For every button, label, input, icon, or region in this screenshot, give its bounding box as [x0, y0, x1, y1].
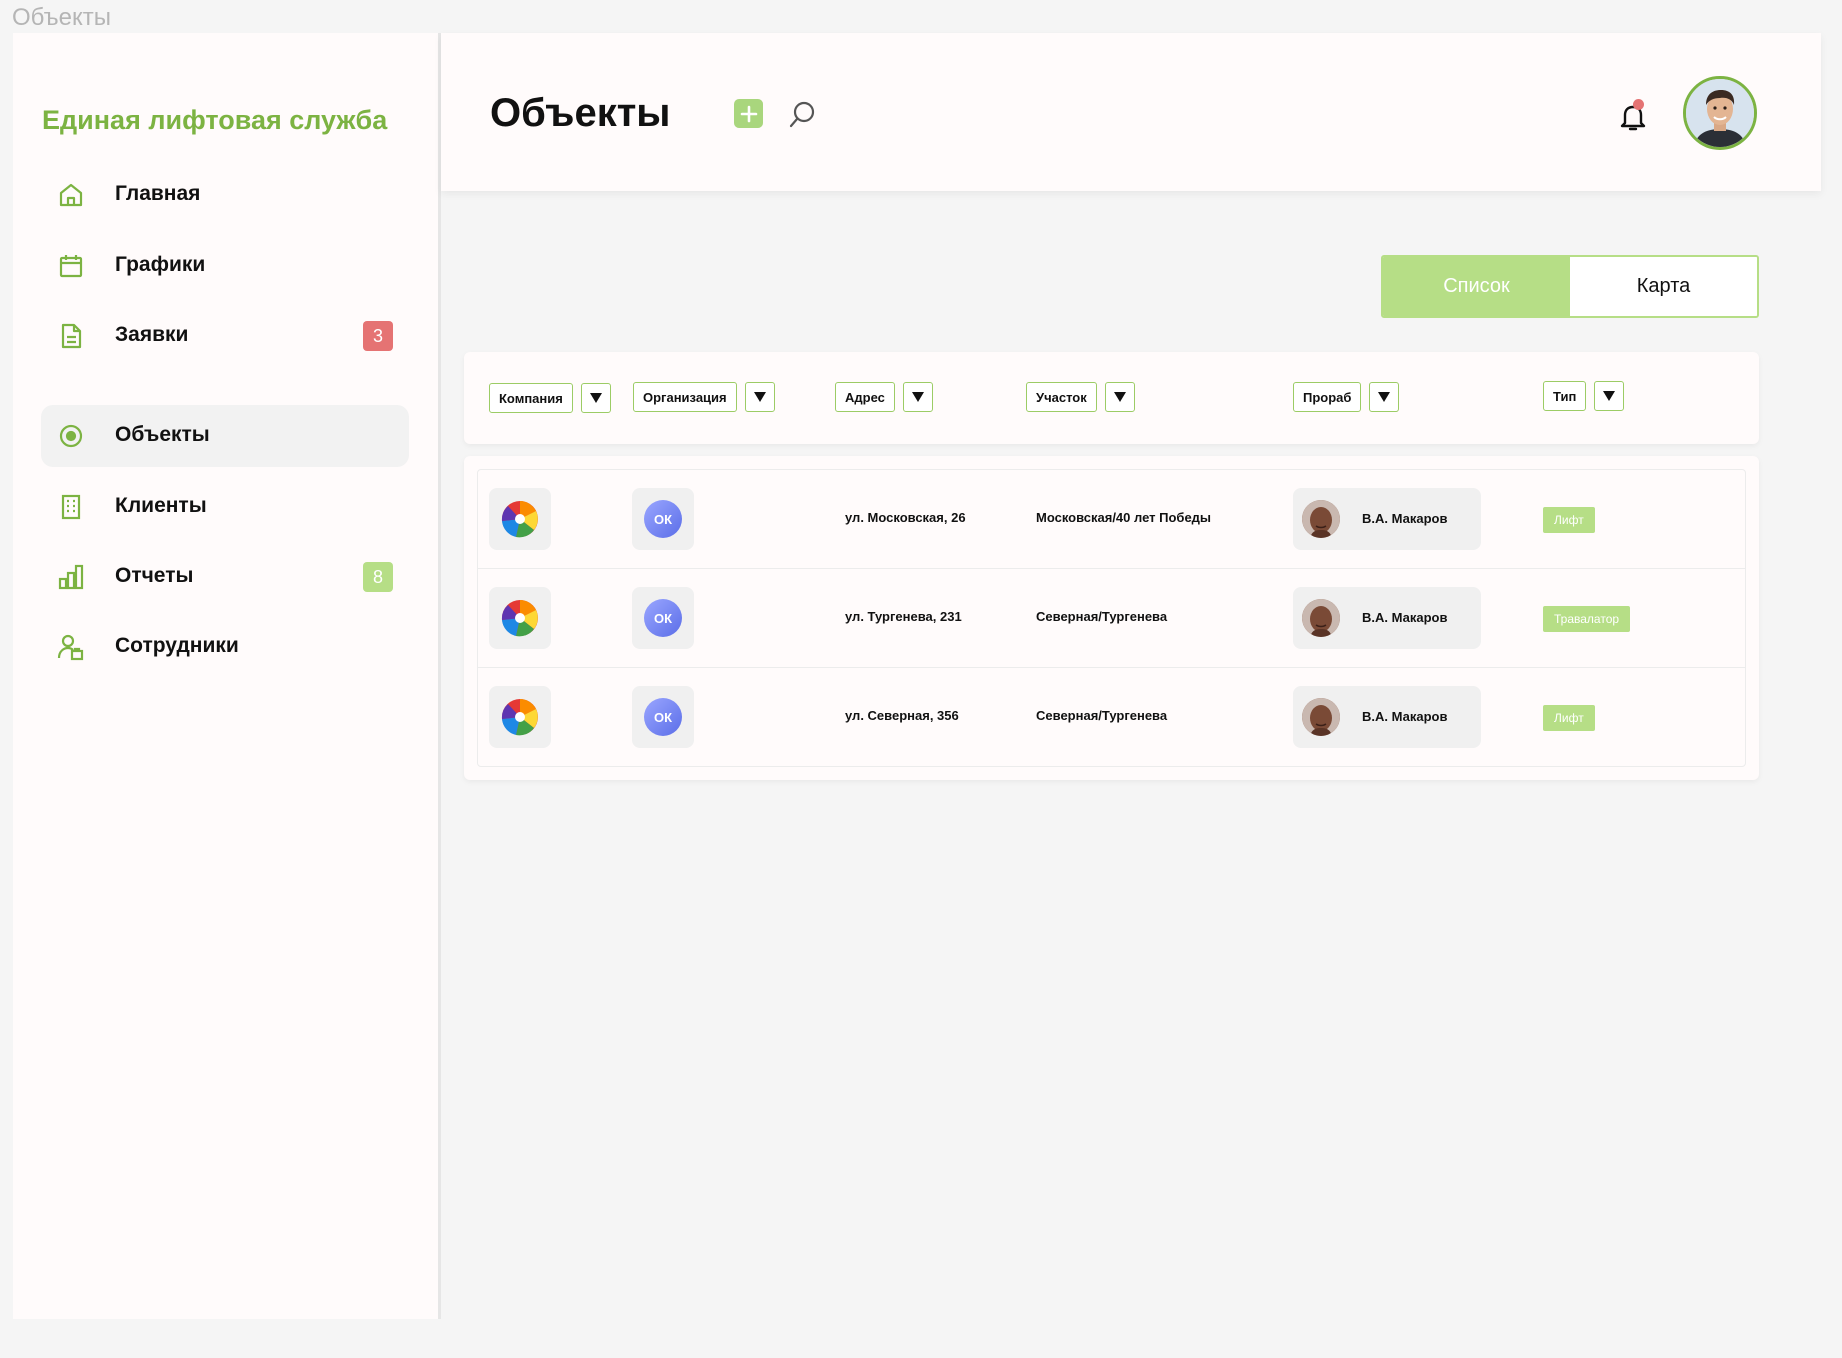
map-view-button[interactable]: Карта	[1570, 257, 1757, 316]
sidebar-item-label: Графики	[115, 253, 206, 276]
sidebar-item-employees[interactable]: Сотрудники	[41, 616, 409, 678]
table-row[interactable]: ОК ул. Северная, 356 Северная/Тургенева …	[478, 668, 1745, 767]
filter-bar: Компания Организация Адрес Участок Прора…	[464, 352, 1759, 444]
foreman-avatar	[1302, 500, 1340, 538]
triangle-down-icon	[1113, 392, 1126, 402]
list-view-button[interactable]: Список	[1383, 257, 1570, 316]
company-logo	[489, 488, 551, 550]
brand-title: Единая лифтовая служба	[42, 105, 388, 135]
search-button[interactable]	[786, 99, 818, 131]
foreman-cell: В.А. Макаров	[1293, 488, 1481, 550]
filter-section-dropdown[interactable]	[1104, 382, 1135, 412]
triangle-down-icon	[589, 393, 602, 403]
sidebar-item-label: Клиенты	[115, 494, 207, 517]
document-icon	[57, 321, 85, 351]
objects-table-body: ОК ул. Московская, 26 Московская/40 лет …	[477, 469, 1746, 767]
section-cell: Московская/40 лет Победы	[1036, 510, 1212, 525]
sidebar-item-home[interactable]: Главная	[41, 164, 409, 226]
user-avatar[interactable]	[1683, 76, 1757, 150]
filter-type-label[interactable]: Тип	[1543, 381, 1587, 411]
target-icon	[57, 421, 85, 451]
notification-dot	[1633, 99, 1644, 110]
foreman-name: В.А. Макаров	[1362, 709, 1448, 724]
user-icon	[57, 632, 85, 662]
table-row[interactable]: ОК ул. Московская, 26 Московская/40 лет …	[478, 470, 1745, 569]
calendar-icon	[57, 251, 85, 281]
type-badge: Лифт	[1543, 507, 1595, 533]
foreman-cell: В.А. Макаров	[1293, 686, 1481, 748]
filter-section: Участок	[1026, 382, 1135, 412]
filter-address-dropdown[interactable]	[902, 382, 933, 412]
objects-table: ОК ул. Московская, 26 Московская/40 лет …	[464, 456, 1759, 780]
foreman-avatar	[1302, 599, 1340, 637]
top-header: Объекты	[441, 33, 1821, 191]
triangle-down-icon	[911, 392, 924, 402]
sidebar-item-requests[interactable]: Заявки 3	[41, 305, 409, 367]
window-title: Объекты	[12, 4, 111, 31]
company-pinwheel-icon	[501, 699, 538, 736]
filter-section-label[interactable]: Участок	[1026, 382, 1097, 412]
sidebar-item-objects[interactable]: Объекты	[41, 405, 409, 467]
sidebar-item-label: Сотрудники	[115, 634, 239, 657]
filter-foreman-label[interactable]: Прораб	[1293, 382, 1362, 412]
address-cell: ул. Московская, 26	[845, 510, 966, 525]
section-cell: Северная/Тургенева	[1036, 609, 1168, 624]
filter-foreman: Прораб	[1293, 382, 1400, 412]
filter-organization-label[interactable]: Организация	[633, 382, 737, 412]
reports-count-badge: 8	[363, 562, 393, 592]
sidebar-item-reports[interactable]: Отчеты 8	[41, 546, 409, 608]
foreman-name: В.А. Макаров	[1362, 610, 1448, 625]
add-object-button[interactable]	[734, 99, 763, 128]
filter-organization-dropdown[interactable]	[744, 382, 775, 412]
org-badge: ОК	[644, 698, 682, 736]
plus-icon	[740, 105, 757, 122]
sidebar-item-label: Объекты	[115, 423, 210, 446]
filter-company-label[interactable]: Компания	[489, 383, 573, 413]
view-toggle: Список Карта	[1381, 255, 1759, 318]
filter-company-dropdown[interactable]	[580, 383, 611, 413]
filter-type-dropdown[interactable]	[1594, 381, 1625, 411]
triangle-down-icon	[1603, 391, 1616, 401]
filter-company: Компания	[489, 383, 611, 413]
sidebar-item-clients[interactable]: Клиенты	[41, 476, 409, 538]
filter-foreman-dropdown[interactable]	[1369, 382, 1400, 412]
foreman-name: В.А. Макаров	[1362, 511, 1448, 526]
triangle-down-icon	[1378, 392, 1391, 402]
sidebar-item-schedules[interactable]: Графики	[41, 235, 409, 297]
address-cell: ул. Тургенева, 231	[845, 609, 962, 624]
requests-count-badge: 3	[363, 321, 393, 351]
filter-address: Адрес	[835, 382, 933, 412]
foreman-avatar	[1302, 698, 1340, 736]
foreman-cell: В.А. Макаров	[1293, 587, 1481, 649]
table-row[interactable]: ОК ул. Тургенева, 231 Северная/Тургенева…	[478, 569, 1745, 668]
building-icon	[57, 492, 85, 522]
type-badge: Травалатор	[1543, 606, 1631, 632]
company-pinwheel-icon	[501, 501, 538, 538]
section-cell: Северная/Тургенева	[1036, 708, 1168, 723]
company-logo	[489, 686, 551, 748]
sidebar-item-label: Заявки	[115, 323, 189, 346]
organization-logo: ОК	[632, 488, 694, 550]
sidebar-item-label: Отчеты	[115, 564, 194, 587]
organization-logo: ОК	[632, 587, 694, 649]
bar-chart-icon	[57, 562, 85, 592]
address-cell: ул. Северная, 356	[845, 708, 959, 723]
organization-logo: ОК	[632, 686, 694, 748]
type-badge: Лифт	[1543, 705, 1595, 731]
filter-type: Тип	[1543, 381, 1625, 411]
search-icon	[789, 101, 815, 128]
org-badge: ОК	[644, 500, 682, 538]
filter-address-label[interactable]: Адрес	[835, 382, 895, 412]
sidebar: Единая лифтовая служба Главная Графики З…	[13, 33, 441, 1319]
org-badge: ОК	[644, 599, 682, 637]
filter-organization: Организация	[633, 382, 775, 412]
company-pinwheel-icon	[501, 600, 538, 637]
triangle-down-icon	[753, 392, 766, 402]
page-title: Объекты	[490, 91, 671, 135]
sidebar-item-label: Главная	[115, 182, 201, 205]
company-logo	[489, 587, 551, 649]
home-icon	[57, 180, 85, 210]
